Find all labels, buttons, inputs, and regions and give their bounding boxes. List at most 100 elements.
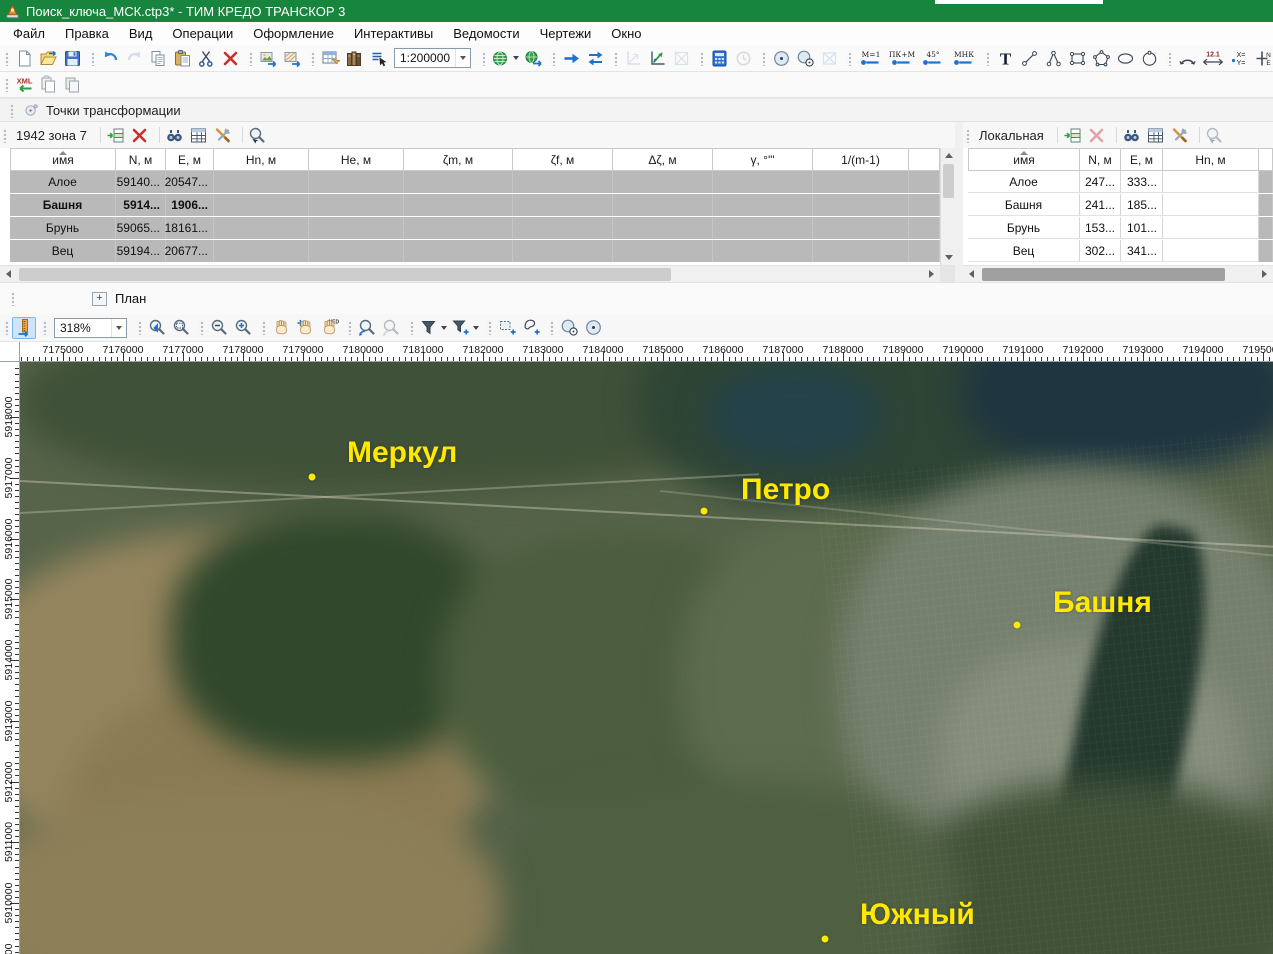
right-find-point-button[interactable] — [1120, 124, 1144, 146]
draw-polygon-button[interactable] — [1089, 47, 1113, 69]
point-row-vets[interactable]: Вец302...341... — [963, 240, 1273, 262]
table-cell[interactable]: Вец — [968, 240, 1080, 262]
select-point-button[interactable] — [581, 317, 605, 339]
table-cell[interactable] — [713, 171, 813, 193]
scroll-down-arrow[interactable] — [941, 250, 955, 265]
table-tools-button[interactable] — [211, 124, 235, 146]
table-cell[interactable] — [813, 171, 909, 193]
combo-dropdown-caret[interactable] — [455, 49, 470, 67]
table-cell[interactable]: 153... — [1080, 217, 1121, 239]
angle-45-button[interactable]: 45° — [917, 47, 948, 69]
table-cell[interactable]: 1906... — [166, 194, 214, 216]
table-cell[interactable]: 241... — [1080, 194, 1121, 216]
column-header[interactable]: E, м — [1121, 148, 1163, 171]
table-cell[interactable] — [404, 217, 513, 239]
table-cell[interactable] — [1163, 217, 1259, 239]
draw-line-button[interactable] — [1017, 47, 1041, 69]
column-header[interactable]: имя — [968, 148, 1080, 171]
delete-button[interactable] — [218, 47, 242, 69]
table-cell[interactable] — [513, 240, 613, 262]
menu-file[interactable]: Файл — [3, 23, 55, 44]
locate-point-button[interactable] — [246, 124, 270, 146]
table-cell[interactable] — [214, 240, 309, 262]
scroll-right-arrow[interactable] — [923, 266, 940, 282]
table-cell[interactable] — [713, 194, 813, 216]
measure-distance-button[interactable]: 12.1 — [1199, 47, 1227, 69]
map-point-petro[interactable] — [701, 508, 708, 515]
select-lasso-button[interactable] — [519, 317, 543, 339]
table-cell[interactable] — [404, 171, 513, 193]
table-cell[interactable] — [813, 240, 909, 262]
table-cell[interactable] — [404, 194, 513, 216]
table-cell[interactable] — [613, 171, 713, 193]
point-row-bashnya[interactable]: Башня5914...1906... — [0, 194, 955, 216]
table-cell[interactable]: 59140... — [116, 171, 166, 193]
scroll-left-arrow[interactable] — [0, 266, 17, 282]
point-row-brun[interactable]: Брунь59065...18161... — [0, 217, 955, 239]
right-table-settings-button[interactable] — [1144, 124, 1168, 146]
table-cell[interactable] — [214, 217, 309, 239]
zoom-out-button[interactable] — [207, 317, 231, 339]
menu-operations[interactable]: Операции — [162, 23, 243, 44]
map-point-merkul[interactable] — [309, 474, 316, 481]
direct-transformation-button[interactable] — [559, 47, 583, 69]
column-header[interactable]: N, м — [116, 148, 166, 171]
export-raster-button[interactable] — [280, 47, 304, 69]
zoom-combo[interactable]: 318% — [54, 318, 127, 338]
filter-add-button[interactable] — [449, 317, 481, 339]
pan-button[interactable] — [269, 317, 293, 339]
table-cell[interactable] — [1163, 171, 1259, 193]
measure-angle-button[interactable] — [1175, 47, 1199, 69]
table-cell[interactable] — [613, 194, 713, 216]
pk-m-button[interactable]: ПК+М — [886, 47, 917, 69]
scale-m1-button[interactable]: М=1 — [855, 47, 886, 69]
measure-ne-button[interactable]: NE — [1251, 47, 1273, 69]
table-cell[interactable]: Башня — [10, 194, 116, 216]
inverse-transformation-button[interactable] — [583, 47, 607, 69]
scroll-up-arrow[interactable] — [941, 148, 955, 163]
xml-import-button[interactable]: XML — [12, 74, 36, 96]
table-cell[interactable]: 59065... — [116, 217, 166, 239]
table-cell[interactable]: 185... — [1121, 194, 1163, 216]
table-cell[interactable] — [613, 217, 713, 239]
filter-button-caret[interactable] — [441, 326, 447, 330]
table-cell[interactable] — [309, 171, 404, 193]
table-cell[interactable]: Брунь — [10, 217, 116, 239]
table-cell[interactable] — [813, 194, 909, 216]
table-cell[interactable]: 302... — [1080, 240, 1121, 262]
pan-ned-button[interactable]: NED — [317, 317, 341, 339]
open-button[interactable] — [36, 47, 60, 69]
column-header[interactable]: Hn, м — [1163, 148, 1259, 171]
data-archive-button[interactable] — [342, 47, 366, 69]
column-header[interactable]: He, м — [309, 148, 404, 171]
copy-button[interactable] — [146, 47, 170, 69]
table-cell[interactable] — [813, 217, 909, 239]
select-circles-button[interactable] — [557, 317, 581, 339]
table-cell[interactable]: Алое — [968, 171, 1080, 193]
menu-drawings[interactable]: Чертежи — [530, 23, 602, 44]
column-header[interactable]: ζm, м — [404, 148, 513, 171]
filter-add-button-caret[interactable] — [473, 326, 479, 330]
measure-coordinates-button[interactable]: X=Y= — [1227, 47, 1251, 69]
table-cell[interactable]: Башня — [968, 194, 1080, 216]
column-header[interactable]: имя — [10, 148, 116, 171]
cs-exchange-button[interactable] — [521, 47, 545, 69]
undo-button[interactable] — [98, 47, 122, 69]
scroll-thumb[interactable] — [943, 164, 954, 198]
menu-edit[interactable]: Правка — [55, 23, 119, 44]
map-point-bashnya[interactable] — [1014, 622, 1021, 629]
menu-design[interactable]: Оформление — [243, 23, 344, 44]
table-cell[interactable]: 20547... — [166, 171, 214, 193]
combo-dropdown-caret[interactable] — [111, 319, 126, 337]
table-cell[interactable] — [713, 240, 813, 262]
import-raster-button[interactable] — [256, 47, 280, 69]
map-point-yuzhny[interactable] — [822, 936, 829, 943]
project-properties-button[interactable] — [318, 47, 342, 69]
find-point-button[interactable] — [163, 124, 187, 146]
save-button[interactable] — [60, 47, 84, 69]
circle-point-button[interactable] — [769, 47, 793, 69]
draw-polyline-button[interactable] — [1041, 47, 1065, 69]
calculator-button[interactable] — [707, 47, 731, 69]
right-add-point-button[interactable] — [1061, 124, 1085, 146]
point-row-aloe[interactable]: Алое59140...20547... — [0, 171, 955, 193]
